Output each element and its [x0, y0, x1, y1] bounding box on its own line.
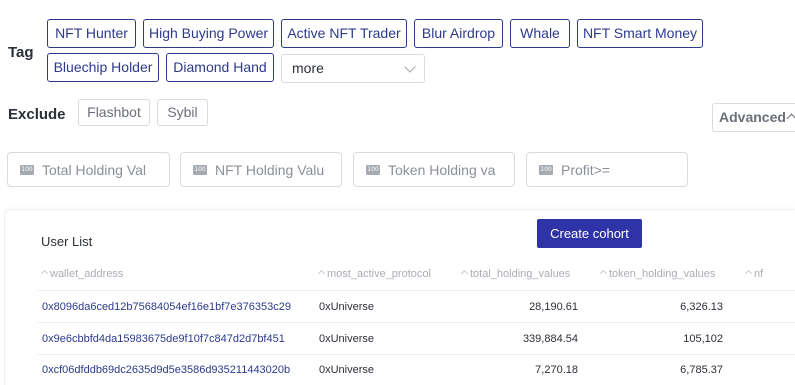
chevron-down-icon	[404, 61, 416, 73]
sort-icon	[40, 269, 49, 278]
total-holding-cell: 339,884.54	[522, 333, 578, 345]
protocol-cell: 0xUniverse	[319, 364, 375, 376]
column-header-label: most_active_protocol	[327, 268, 431, 280]
sort-icon	[744, 269, 753, 278]
total-holding-filter[interactable]: 100	[7, 152, 170, 187]
sort-icon	[317, 269, 326, 278]
advanced-toggle[interactable]: Advanced	[712, 103, 795, 132]
tag-diamond-hand[interactable]: Diamond Hand	[166, 53, 274, 82]
column-header-wallet-address[interactable]: wallet_address	[40, 268, 124, 280]
table-divider	[37, 354, 795, 355]
protocol-cell: 0xUniverse	[319, 301, 375, 313]
number-icon: 100	[366, 165, 380, 175]
tag-bluechip-holder[interactable]: Bluechip Holder	[47, 53, 159, 82]
profit-input[interactable]	[561, 159, 681, 181]
tag-nft-hunter[interactable]: NFT Hunter	[47, 19, 136, 48]
wallet-address-link[interactable]: 0x8096da6ced12b75684054ef16e1bf7e376353c…	[42, 301, 291, 313]
user-list-panel	[5, 210, 795, 385]
table-divider	[37, 322, 795, 323]
number-icon: 100	[193, 165, 207, 175]
sort-icon	[599, 269, 608, 278]
total-holding-cell: 7,270.18	[535, 364, 578, 376]
column-header-label: wallet_address	[50, 268, 124, 280]
token-holding-input[interactable]	[388, 159, 508, 181]
column-header-label: nf	[754, 268, 764, 280]
nft-holding-input[interactable]	[215, 159, 335, 181]
profit-filter[interactable]: 100	[526, 152, 688, 187]
create-cohort-button[interactable]: Create cohort	[537, 219, 642, 248]
sort-icon	[460, 269, 469, 278]
tag-high-buying-power[interactable]: High Buying Power	[143, 19, 274, 48]
exclude-flashbot[interactable]: Flashbot	[78, 99, 150, 126]
exclude-sybil[interactable]: Sybil	[157, 99, 208, 126]
exclude-label: Exclude	[8, 106, 66, 123]
token-holding-cell: 6,785.37	[680, 364, 723, 376]
tag-active-nft-trader[interactable]: Active NFT Trader	[281, 19, 407, 48]
column-header-most-active-protocol[interactable]: most_active_protocol	[317, 268, 431, 280]
number-icon: 100	[20, 165, 34, 175]
number-icon: 100	[539, 165, 553, 175]
column-header-label: total_holding_values	[470, 268, 571, 280]
nft-holding-filter[interactable]: 100	[180, 152, 342, 187]
table-divider	[37, 290, 795, 291]
tag-label: Tag	[8, 44, 34, 61]
tag-nft-smart-money[interactable]: NFT Smart Money	[577, 19, 703, 48]
more-select-value: more	[292, 60, 324, 76]
token-holding-cell: 105,102	[683, 333, 723, 345]
chevron-up-icon	[786, 113, 795, 124]
protocol-cell: 0xUniverse	[319, 333, 375, 345]
column-header-total-holding-values[interactable]: total_holding_values	[460, 268, 571, 280]
token-holding-filter[interactable]: 100	[353, 152, 515, 187]
column-header-token-holding-values[interactable]: token_holding_values	[599, 268, 716, 280]
wallet-address-link[interactable]: 0xcf06dfddb69dc2635d9d5e3586d93521144302…	[42, 364, 290, 376]
column-header-nft[interactable]: nf	[744, 268, 764, 280]
token-holding-cell: 6,326.13	[680, 301, 723, 313]
total-holding-input[interactable]	[42, 159, 162, 181]
more-tags-select[interactable]: more	[281, 54, 425, 83]
tag-whale[interactable]: Whale	[510, 19, 570, 48]
column-header-label: token_holding_values	[609, 268, 716, 280]
total-holding-cell: 28,190.61	[529, 301, 578, 313]
advanced-label: Advanced	[719, 109, 786, 125]
tag-blur-airdrop[interactable]: Blur Airdrop	[414, 19, 503, 48]
user-list-title: User List	[41, 234, 93, 249]
wallet-address-link[interactable]: 0x9e6cbbfd4da15983675de9f10f7c847d2d7bf4…	[42, 333, 285, 345]
